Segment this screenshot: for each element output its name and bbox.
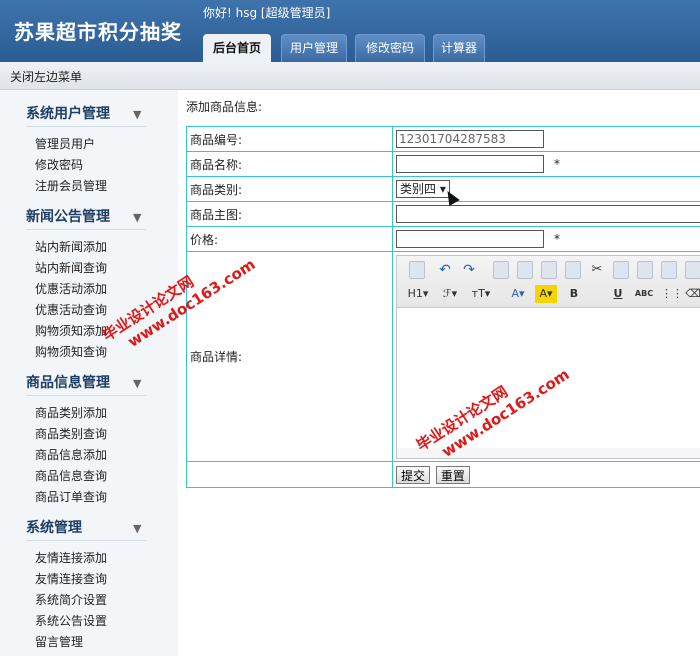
user-greeting: 你好! hsg [超级管理员]	[203, 6, 331, 20]
sidebar-group-title[interactable]: 商品信息管理	[26, 372, 146, 396]
code-icon[interactable]	[565, 260, 581, 279]
tab-home[interactable]: 后台首页	[203, 34, 271, 62]
sidebar-item[interactable]: 优惠活动查询	[35, 301, 107, 318]
cut-icon[interactable]: ✂	[589, 261, 605, 279]
paste-text-icon[interactable]	[661, 260, 677, 279]
sidebar-item[interactable]: 修改密码	[35, 156, 83, 173]
template-icon[interactable]	[541, 260, 557, 279]
sidebar-group-title[interactable]: 新闻公告管理	[26, 206, 146, 230]
app-title: 苏果超市积分抽奖	[14, 20, 182, 44]
label-product-code: 商品编号:	[186, 126, 393, 152]
label-product-image: 商品主图:	[186, 201, 393, 227]
editor-toolbar: ↶ ↷ ✂ H1▾ ℱ▾ тT▾ A▾ A▾ B U ABC ⋮⋮ ⌫	[397, 255, 700, 308]
tab-calculator[interactable]: 计算器	[433, 34, 485, 62]
sidebar-item[interactable]: 商品订单查询	[35, 488, 107, 505]
paste-icon[interactable]	[637, 260, 653, 279]
redo-icon[interactable]: ↷	[461, 261, 477, 279]
background-color-dropdown[interactable]: A▾	[535, 284, 557, 303]
sidebar-item[interactable]: 留言管理	[35, 633, 83, 650]
chevron-down-icon[interactable]: ▼	[133, 377, 141, 390]
sidebar-item[interactable]: 系统公告设置	[35, 612, 107, 629]
top-header: 苏果超市积分抽奖 你好! hsg [超级管理员] 后台首页 用户管理 修改密码 …	[0, 0, 700, 62]
rich-text-editor: ↶ ↷ ✂ H1▾ ℱ▾ тT▾ A▾ A▾ B U ABC ⋮⋮ ⌫	[396, 254, 700, 459]
label-product-details: 商品详情:	[186, 251, 393, 462]
product-name-input[interactable]	[396, 155, 544, 173]
sidebar-item[interactable]: 站内新闻添加	[35, 238, 107, 255]
chevron-down-icon[interactable]: ▼	[133, 108, 141, 121]
sidebar-item[interactable]: 优惠活动添加	[35, 280, 107, 297]
strikethrough-button[interactable]: ABC	[633, 285, 655, 303]
grid-icon[interactable]: ⋮⋮	[661, 285, 683, 303]
sidebar-item[interactable]: 管理员用户	[35, 135, 95, 152]
required-mark: *	[554, 157, 560, 171]
sidebar: 系统用户管理 ▼ 管理员用户 修改密码 注册会员管理 新闻公告管理 ▼ 站内新闻…	[0, 90, 178, 656]
empty-cell	[186, 461, 393, 488]
chevron-down-icon[interactable]: ▼	[133, 211, 141, 224]
underline-button[interactable]: U	[611, 285, 625, 303]
heading-dropdown[interactable]: H1▾	[405, 285, 431, 303]
reset-button[interactable]: 重置	[435, 465, 470, 484]
chevron-down-icon[interactable]: ▼	[133, 522, 141, 535]
paste-word-icon[interactable]	[685, 260, 700, 279]
text-color-dropdown[interactable]: A▾	[507, 285, 529, 303]
category-select[interactable]: 类别四 ▾	[396, 180, 450, 198]
bold-button[interactable]: B	[567, 285, 581, 303]
close-left-menu-link[interactable]: 关闭左边菜单	[10, 68, 82, 85]
sidebar-item[interactable]: 系统简介设置	[35, 591, 107, 608]
sidebar-item[interactable]: 购物须知添加	[35, 322, 107, 339]
print-icon[interactable]	[517, 260, 533, 279]
font-family-dropdown[interactable]: ℱ▾	[439, 285, 461, 303]
sidebar-item[interactable]: 友情连接添加	[35, 549, 107, 566]
main-content: 添加商品信息: 商品编号: 商品名称: * 商品类别: 类别四 ▾ 商品主图: …	[178, 90, 700, 656]
sidebar-item[interactable]: 商品信息查询	[35, 467, 107, 484]
required-mark: *	[554, 232, 560, 246]
product-form-table: 商品编号: 商品名称: * 商品类别: 类别四 ▾ 商品主图: 价格: * 商品…	[186, 126, 700, 488]
tab-user-management[interactable]: 用户管理	[281, 34, 347, 62]
sidebar-item[interactable]: 商品类别添加	[35, 404, 107, 421]
undo-icon[interactable]: ↶	[437, 261, 453, 279]
copy-icon[interactable]	[613, 260, 629, 279]
tab-change-password[interactable]: 修改密码	[355, 34, 425, 62]
sidebar-item[interactable]: 商品信息添加	[35, 446, 107, 463]
sidebar-item[interactable]: 友情连接查询	[35, 570, 107, 587]
source-icon[interactable]	[409, 260, 425, 279]
submit-button[interactable]: 提交	[396, 465, 431, 484]
sidebar-item[interactable]: 注册会员管理	[35, 177, 107, 194]
price-input[interactable]	[396, 230, 544, 248]
label-product-name: 商品名称:	[186, 151, 393, 177]
section-title: 添加商品信息:	[186, 100, 263, 114]
sidebar-item[interactable]: 站内新闻查询	[35, 259, 107, 276]
editor-content-area[interactable]	[397, 307, 700, 448]
sidebar-item[interactable]: 商品类别查询	[35, 425, 107, 442]
label-price: 价格:	[186, 226, 393, 252]
product-code-input[interactable]	[396, 130, 544, 148]
toolbar-strip: 关闭左边菜单	[0, 62, 700, 90]
product-image-input[interactable]	[396, 205, 700, 223]
sidebar-group-title[interactable]: 系统用户管理	[26, 103, 146, 127]
font-size-dropdown[interactable]: тT▾	[469, 285, 493, 303]
eraser-icon[interactable]: ⌫	[685, 285, 700, 303]
label-product-category: 商品类别:	[186, 176, 393, 202]
sidebar-item[interactable]: 购物须知查询	[35, 343, 107, 360]
category-selected-value: 类别四	[400, 182, 437, 196]
sidebar-group-title[interactable]: 系统管理	[26, 517, 146, 541]
preview-icon[interactable]	[493, 260, 509, 279]
